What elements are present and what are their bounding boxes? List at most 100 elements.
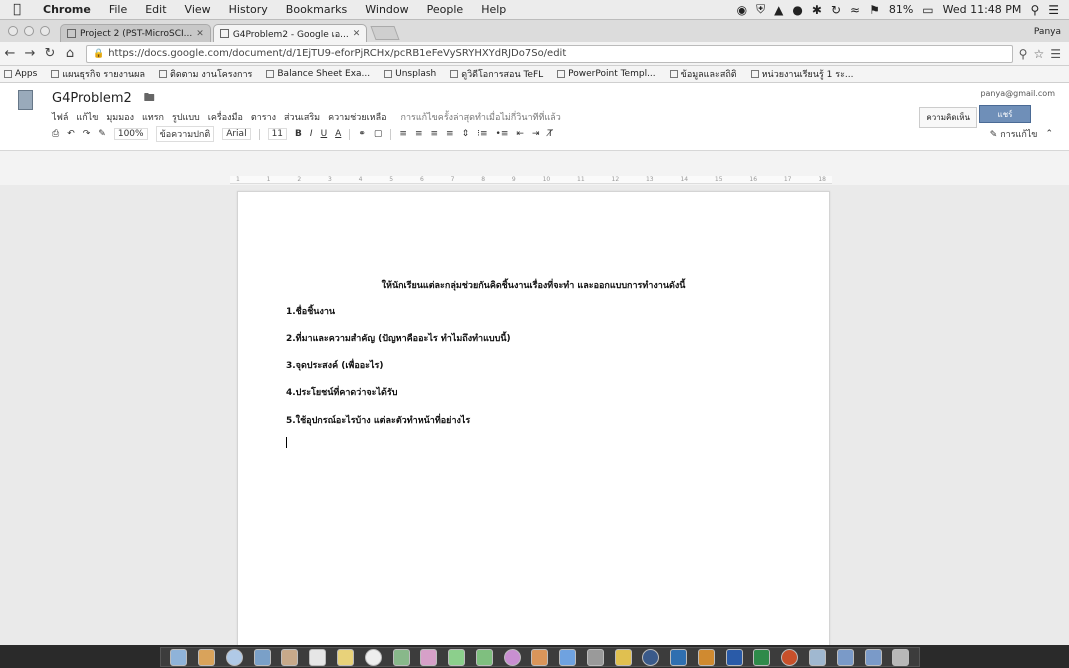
bookmark-item[interactable]: หน่วยงานเรียนรู้ 1 ระ... bbox=[750, 67, 854, 81]
new-tab-button[interactable] bbox=[370, 26, 400, 40]
documents-icon[interactable] bbox=[864, 648, 882, 666]
menu-edit[interactable]: Edit bbox=[136, 3, 175, 16]
battery-percent[interactable]: 81% bbox=[889, 3, 913, 16]
bulleted-list-icon[interactable]: •≡ bbox=[496, 129, 509, 139]
chrome-menu-icon[interactable]: ☰ bbox=[1050, 47, 1061, 61]
bookmark-item[interactable]: Balance Sheet Exa... bbox=[266, 69, 370, 79]
photoshop-icon[interactable] bbox=[670, 648, 688, 666]
align-justify-icon[interactable]: ≡ bbox=[446, 129, 454, 139]
bookmark-item[interactable]: Unsplash bbox=[384, 69, 436, 79]
docs-menu-insert[interactable]: แทรก bbox=[142, 110, 164, 124]
docs-menu-edit[interactable]: แก้ไข bbox=[76, 110, 98, 124]
docs-menu-help[interactable]: ความช่วยเหลือ bbox=[328, 110, 386, 124]
ibooks-icon[interactable] bbox=[531, 648, 549, 666]
comments-button[interactable]: ความคิดเห็น bbox=[919, 107, 977, 128]
mail-icon[interactable] bbox=[253, 648, 271, 666]
menu-people[interactable]: People bbox=[418, 3, 473, 16]
time-machine-icon[interactable]: ↻ bbox=[831, 3, 841, 17]
clear-formatting-icon[interactable]: T̸ bbox=[547, 129, 553, 139]
align-right-icon[interactable]: ≡ bbox=[430, 129, 438, 139]
safari-icon[interactable] bbox=[225, 648, 243, 666]
menu-history[interactable]: History bbox=[220, 3, 277, 16]
home-icon[interactable]: ⌂ bbox=[60, 46, 80, 61]
comment-icon[interactable]: ▢ bbox=[374, 129, 383, 139]
evernote-icon[interactable]: ● bbox=[792, 3, 802, 17]
redo-icon[interactable]: ↷ bbox=[83, 129, 91, 139]
style-select[interactable]: ข้อความปกติ bbox=[155, 126, 215, 142]
word-icon[interactable] bbox=[725, 648, 743, 666]
decrease-indent-icon[interactable]: ⇤ bbox=[516, 129, 524, 139]
docs-menu-format[interactable]: รูปแบบ bbox=[172, 110, 200, 124]
photos-icon[interactable] bbox=[420, 648, 438, 666]
messages-icon[interactable] bbox=[448, 648, 466, 666]
address-bar[interactable]: 🔒 https://docs.google.com/document/d/1Ej… bbox=[86, 44, 1013, 63]
docs-logo-icon[interactable] bbox=[18, 90, 33, 110]
finder-icon[interactable] bbox=[170, 648, 188, 666]
minimize-window-button[interactable] bbox=[24, 26, 34, 36]
link-icon[interactable]: ⚭ bbox=[358, 129, 366, 139]
collapse-menu-icon[interactable]: ⌃ bbox=[1045, 129, 1053, 139]
tab-g4problem2[interactable]: G4Problem2 - Google เอ... ✕ bbox=[212, 24, 368, 42]
keyboard-flag-icon[interactable]: ⚑ bbox=[869, 3, 880, 17]
menu-bookmarks[interactable]: Bookmarks bbox=[277, 3, 356, 16]
last-edit-note[interactable]: การแก้ไขครั้งล่าสุดทำเมื่อไม่กี่วินาทีที… bbox=[401, 110, 561, 124]
bookmark-star-icon[interactable]: ☆ bbox=[1033, 47, 1044, 61]
bluetooth-icon[interactable]: ✱ bbox=[812, 3, 822, 17]
docs-menu-table[interactable]: ตาราง bbox=[251, 110, 276, 124]
system-preferences-icon[interactable] bbox=[586, 648, 604, 666]
bookmark-apps[interactable]: Apps bbox=[4, 69, 37, 79]
tab-project2[interactable]: Project 2 (PST-MicroSCI... ✕ bbox=[60, 24, 211, 42]
doc-heading[interactable]: ให้นักเรียนแต่ละกลุ่มช่วยกันคิดชิ้นงานเร… bbox=[238, 278, 829, 292]
illustrator-icon[interactable] bbox=[697, 648, 715, 666]
share-button[interactable]: แชร์ bbox=[979, 105, 1031, 123]
reminders-icon[interactable] bbox=[364, 648, 382, 666]
font-select[interactable]: Arial bbox=[222, 128, 251, 140]
app-store-icon[interactable] bbox=[559, 648, 577, 666]
search-icon[interactable]: ⚲ bbox=[1019, 47, 1028, 61]
bookmark-item[interactable]: ข้อมูลและสถิติ bbox=[669, 67, 737, 81]
maps-icon[interactable] bbox=[392, 648, 410, 666]
doc-list-item[interactable]: 5.ใช้อุปกรณ์อะไรบ้าง แต่ละตัวทำหน้าที่อย… bbox=[286, 413, 470, 427]
doc-list-item[interactable]: 1.ชื่อชิ้นงาน bbox=[286, 304, 335, 318]
bookmark-item[interactable]: ติดตาม งานโครงการ bbox=[158, 67, 252, 81]
bookmark-item[interactable]: PowerPoint Templ... bbox=[557, 69, 656, 79]
docs-menu-addons[interactable]: ส่วนเสริม bbox=[284, 110, 320, 124]
wifi-icon[interactable]: ≈ bbox=[850, 3, 860, 17]
zoom-window-button[interactable] bbox=[40, 26, 50, 36]
lightroom-icon[interactable] bbox=[642, 648, 660, 666]
text-color-button[interactable]: A bbox=[335, 129, 341, 139]
facetime-icon[interactable] bbox=[475, 648, 493, 666]
print-icon[interactable]: ⎙ bbox=[52, 129, 59, 139]
powerpoint-icon[interactable] bbox=[781, 648, 799, 666]
profile-name[interactable]: Panya bbox=[1034, 27, 1069, 42]
trash-icon[interactable] bbox=[892, 648, 910, 666]
battery-icon[interactable]: ▭ bbox=[922, 3, 933, 17]
user-email[interactable]: panya@gmail.com bbox=[980, 89, 1055, 98]
undo-icon[interactable]: ↶ bbox=[67, 129, 75, 139]
docs-menu-tools[interactable]: เครื่องมือ bbox=[208, 110, 243, 124]
drive-icon[interactable]: ▲ bbox=[774, 3, 783, 17]
font-size-select[interactable]: 11 bbox=[267, 128, 288, 140]
move-to-folder-icon[interactable]: 🖿 bbox=[144, 89, 155, 108]
numbered-list-icon[interactable]: ⁝≡ bbox=[477, 129, 487, 139]
doc-list-item[interactable]: 3.จุดประสงค์ (เพื่ออะไร) bbox=[286, 358, 383, 372]
bold-button[interactable]: B bbox=[295, 129, 302, 139]
calendar-icon[interactable] bbox=[309, 648, 327, 666]
launchpad-icon[interactable] bbox=[198, 648, 216, 666]
notification-center-icon[interactable]: ☰ bbox=[1048, 3, 1059, 17]
chat-icon[interactable]: ◉ bbox=[737, 3, 747, 17]
bookmark-item[interactable]: ดูวิดีโอการสอน TeFL bbox=[450, 67, 543, 81]
editing-mode-button[interactable]: ✎ การแก้ไข bbox=[990, 127, 1038, 141]
align-center-icon[interactable]: ≡ bbox=[415, 129, 423, 139]
close-window-button[interactable] bbox=[8, 26, 18, 36]
line-spacing-icon[interactable]: ⇕ bbox=[462, 129, 470, 139]
italic-button[interactable]: I bbox=[310, 129, 313, 139]
shield-icon[interactable]: ⛨ bbox=[756, 2, 765, 17]
preview-icon[interactable] bbox=[808, 648, 826, 666]
close-tab-icon[interactable]: ✕ bbox=[196, 29, 204, 39]
menu-view[interactable]: View bbox=[176, 3, 220, 16]
menu-help[interactable]: Help bbox=[472, 3, 515, 16]
menu-file[interactable]: File bbox=[100, 3, 136, 16]
docs-menu-view[interactable]: มุมมอง bbox=[106, 110, 134, 124]
document-canvas[interactable]: ให้นักเรียนแต่ละกลุ่มช่วยกันคิดชิ้นงานเร… bbox=[0, 185, 1069, 651]
